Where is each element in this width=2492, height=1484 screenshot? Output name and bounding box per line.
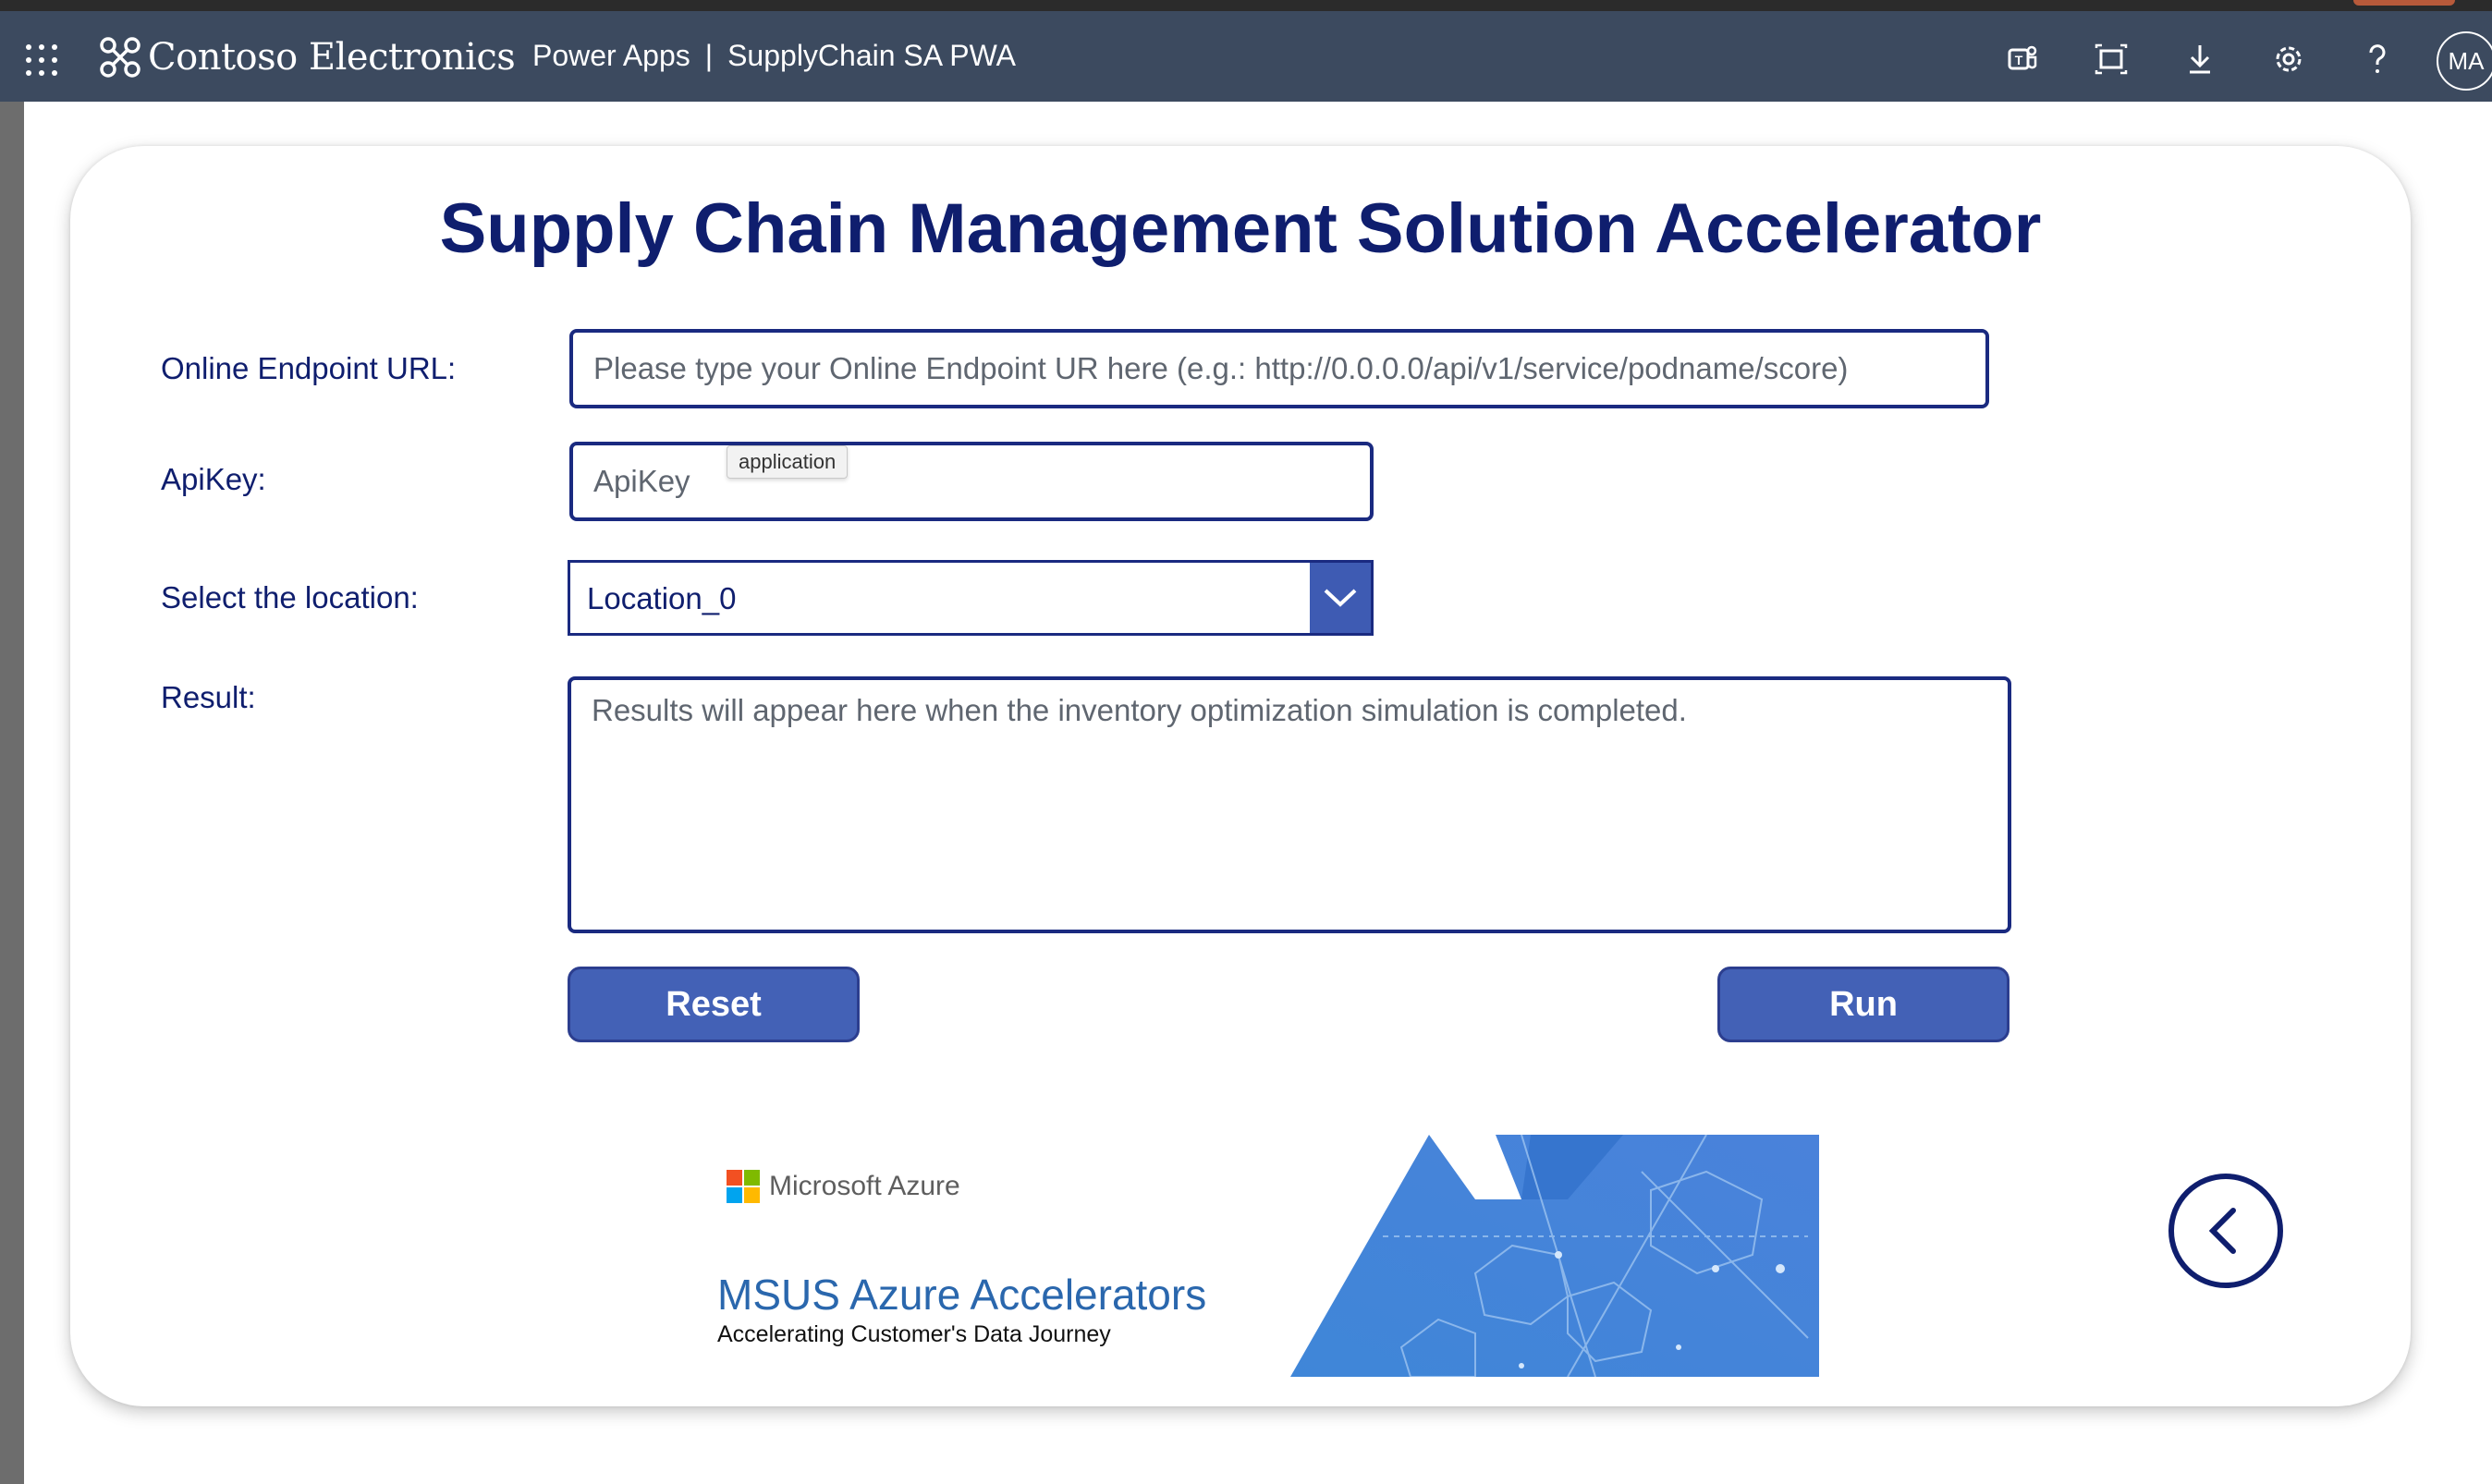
location-dropdown[interactable]: Location_0 — [568, 560, 1374, 636]
result-label: Result: — [161, 680, 256, 714]
brand[interactable]: Contoso Electronics — [98, 33, 516, 81]
back-button[interactable] — [2168, 1174, 2283, 1288]
app-title: SupplyChain SA PWA — [727, 39, 1016, 72]
teams-icon[interactable]: T — [2000, 37, 2045, 81]
page-title: Supply Chain Management Solution Acceler… — [439, 189, 2042, 268]
chevron-down-icon[interactable] — [1310, 563, 1371, 633]
browser-tab-hint — [2353, 0, 2455, 6]
avatar[interactable]: MA — [2437, 31, 2492, 91]
breadcrumb-separator: | — [704, 39, 714, 72]
microsoft-azure-text: Microsoft Azure — [769, 1171, 960, 1201]
chevron-left-icon — [2208, 1208, 2236, 1254]
apikey-input[interactable] — [569, 442, 1374, 521]
endpoint-label: Online Endpoint URL: — [161, 351, 457, 385]
app-launcher-icon[interactable] — [26, 44, 57, 76]
browser-chrome-strip — [0, 0, 2492, 11]
banner-title: MSUS Azure Accelerators — [717, 1271, 1207, 1319]
endpoint-url-input[interactable] — [569, 329, 1989, 408]
location-label: Select the location: — [161, 580, 419, 614]
banner-hexagon-art — [1290, 1135, 1819, 1377]
form-card: Supply Chain Management Solution Acceler… — [70, 146, 2411, 1406]
brand-name: Contoso Electronics — [148, 36, 516, 79]
app-header: Contoso Electronics Power Apps | SupplyCha… — [0, 11, 2492, 102]
svg-text:T: T — [2015, 53, 2023, 67]
settings-icon[interactable] — [2266, 37, 2311, 81]
help-icon[interactable] — [2355, 37, 2400, 81]
result-textarea[interactable] — [568, 676, 2011, 933]
run-button[interactable]: Run — [1717, 967, 2009, 1042]
app-name[interactable]: Power Apps — [532, 39, 690, 72]
microsoft-azure-logo: Microsoft Azure — [727, 1170, 960, 1203]
reset-button[interactable]: Reset — [568, 967, 860, 1042]
fit-screen-icon[interactable] — [2089, 37, 2133, 81]
download-icon[interactable] — [2178, 37, 2222, 81]
microsoft-logo-icon — [727, 1170, 760, 1203]
window-edge — [0, 102, 24, 1484]
banner-subtitle: Accelerating Customer's Data Journey — [717, 1321, 1111, 1347]
app-breadcrumb: Power Apps | SupplyChain SA PWA — [532, 39, 1016, 73]
apikey-label: ApiKey: — [161, 462, 266, 496]
apikey-tooltip: application — [727, 445, 849, 479]
contoso-logo-icon — [100, 37, 140, 78]
location-selected-value: Location_0 — [587, 581, 737, 615]
